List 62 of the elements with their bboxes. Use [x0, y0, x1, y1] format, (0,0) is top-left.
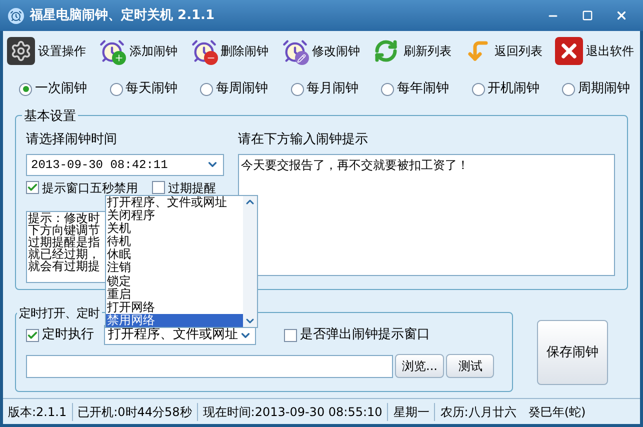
hint-text: 就会有过期提	[28, 260, 100, 272]
status-text: 版本:2.1.1	[7, 404, 68, 420]
alarm-clock-pencil-icon	[280, 37, 309, 65]
hint-text: 下方向键调节	[28, 224, 100, 236]
radio-button[interactable]	[381, 82, 394, 96]
toolbar-button[interactable]: 设置操作	[7, 33, 88, 69]
browse-button[interactable]: 浏览...	[395, 354, 444, 378]
hint-text: 提示：修改时	[28, 212, 100, 224]
checkbox[interactable]	[26, 328, 39, 342]
toolbar-button[interactable]: 刷新列表	[372, 33, 454, 69]
alarm-clock-plus-icon	[98, 37, 126, 65]
test-button[interactable]: 测试	[446, 354, 494, 378]
hint-text: 就已经过期，	[28, 248, 100, 260]
radio-button[interactable]	[472, 82, 484, 96]
dropdown-option[interactable]: 锁定	[106, 274, 243, 288]
toolbar-button[interactable]: 添加闹钟	[98, 33, 180, 69]
radio-button[interactable]	[110, 82, 122, 96]
status-text: 农历:八月廿六 癸巳年(蛇)	[434, 402, 586, 420]
radio-option[interactable]: 开机闹钟	[472, 79, 540, 99]
field-label: 请选择闹钟时间	[26, 131, 118, 149]
toolbar-button[interactable]: 返回列表	[464, 33, 545, 69]
radio-option[interactable]: 每周闹钟	[200, 79, 268, 99]
toolbar-button[interactable]: 删除闹钟	[190, 33, 271, 69]
checkbox[interactable]	[152, 181, 165, 194]
radio-option[interactable]: 每天闹钟	[110, 79, 178, 99]
radio-option[interactable]: 一次闹钟	[19, 79, 87, 99]
status-text: 星期一	[387, 402, 434, 420]
dropdown-option[interactable]: 禁用网络	[106, 314, 243, 327]
radio-button[interactable]	[19, 82, 32, 96]
dropdown-option[interactable]: 重启	[106, 288, 243, 301]
checkbox-label: 是否弹出闹钟提示窗口	[300, 326, 430, 344]
toolbar-button[interactable]: 退出软件	[554, 33, 636, 69]
close-icon	[554, 37, 583, 65]
scrollbar[interactable]	[243, 196, 257, 327]
hint-text: 过期提醒是指	[28, 236, 100, 248]
status-text: 现在时间:2013-09-30 08:55:10	[196, 402, 388, 420]
radio-option[interactable]: 每年闹钟	[381, 79, 449, 99]
status-text: 已开机:0时44分58秒	[72, 402, 197, 420]
path-field[interactable]	[26, 354, 393, 378]
checkbox[interactable]	[26, 181, 39, 194]
date-time-picker[interactable]: 2013-09-30 08:42:11	[26, 154, 224, 176]
radio-button[interactable]	[200, 82, 213, 96]
window-title: 福星电脑闹钟、定时关机 2.1.1	[30, 6, 215, 25]
checkbox-label: 定时执行	[42, 326, 94, 344]
checkbox[interactable]	[284, 328, 297, 342]
radio-option[interactable]: 每月闹钟	[290, 79, 358, 99]
toolbar-button[interactable]: 修改闹钟	[280, 33, 362, 69]
save-button[interactable]: 保存闹钟	[537, 320, 608, 385]
radio-button[interactable]	[562, 82, 575, 96]
group-title: 定时打开、定时	[17, 304, 102, 322]
dropdown-option[interactable]: 打开网络	[106, 300, 243, 314]
alarm-clock-icon	[8, 8, 24, 24]
gear-icon	[7, 37, 35, 65]
checkbox-label: 过期提醒	[168, 180, 216, 194]
message-field[interactable]: 今天要交报告了，再不交就要被扣工资了！	[238, 154, 615, 276]
checkbox-label: 提示窗口五秒禁用	[42, 180, 138, 194]
close-icon	[614, 9, 628, 22]
maximize-icon	[582, 10, 592, 21]
field-label: 请在下方输入闹钟提示	[238, 131, 369, 149]
alarm-clock-minus-icon	[190, 37, 218, 65]
radio-option[interactable]: 周期闹钟	[562, 79, 630, 99]
radio-button[interactable]	[290, 82, 304, 96]
